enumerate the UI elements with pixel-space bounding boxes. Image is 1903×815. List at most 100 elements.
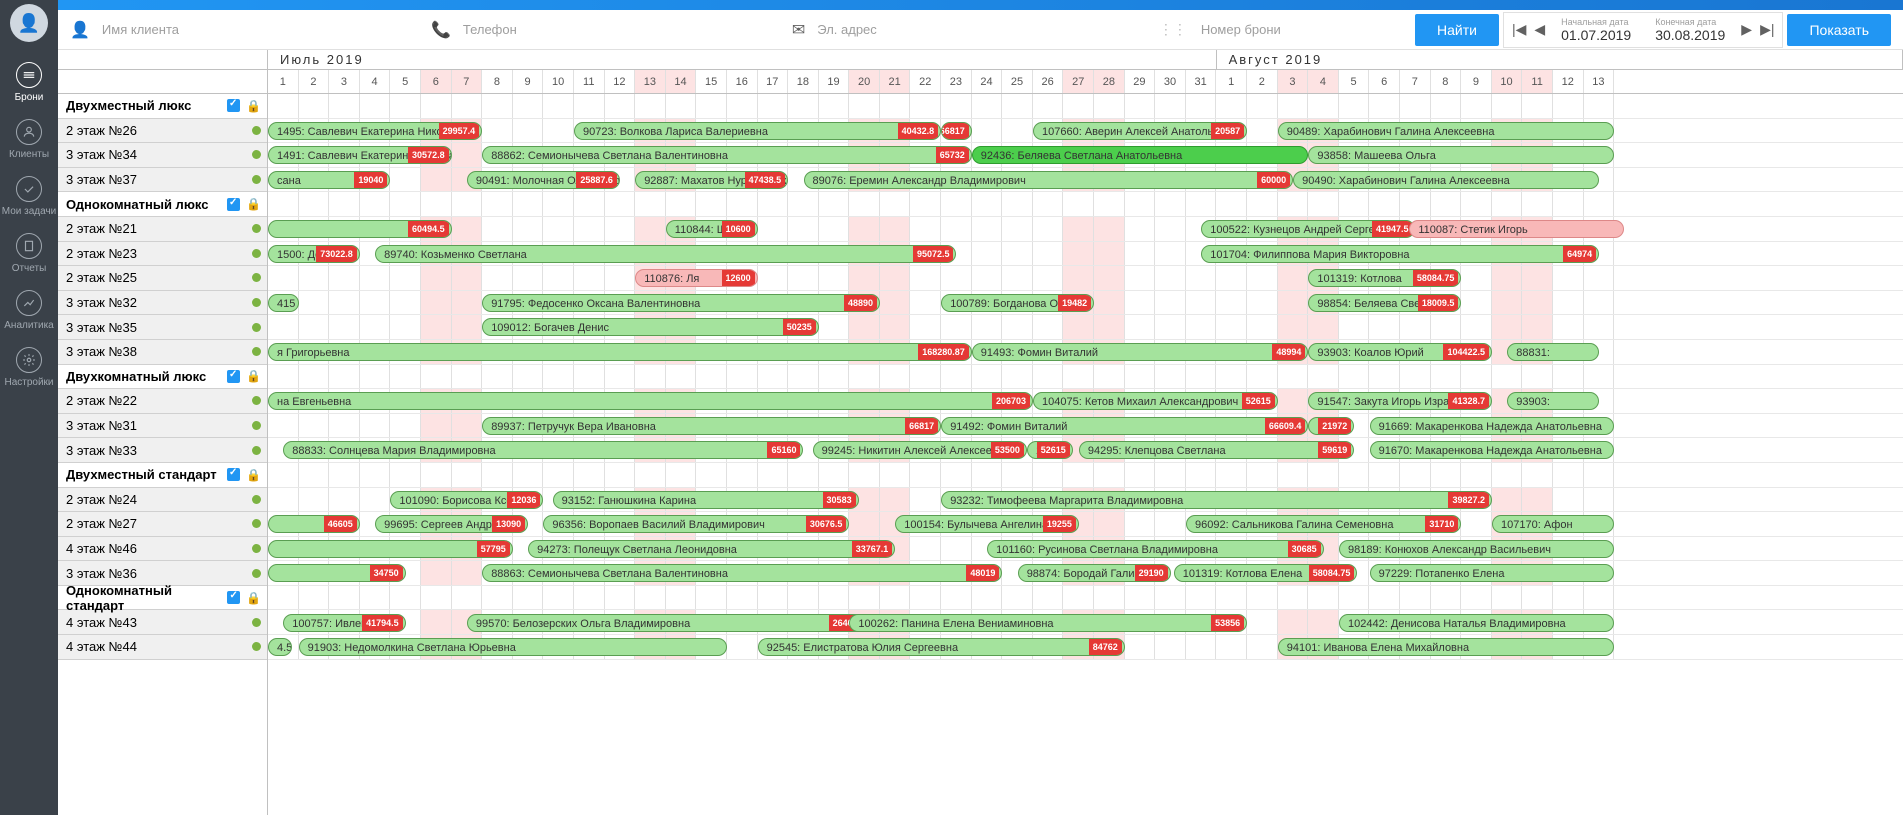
booking-bar[interactable]: 91492: Фомин Виталий66609.4 [941, 417, 1308, 435]
booking-bar[interactable]: 89937: Петручук Вера Ивановна66817 [482, 417, 941, 435]
booking-bar[interactable]: 98874: Бородай Галин29190 [1018, 564, 1171, 582]
room-group-row[interactable]: Однокомнатный стандарт🔒 [58, 586, 267, 611]
booking-bar[interactable]: 100757: Ивлева41794.5 [283, 614, 405, 632]
booking-bar[interactable]: 93152: Ганюшкина Карина30583 [553, 491, 859, 509]
booking-bar[interactable]: 94295: Клепцова Светлана59619 [1079, 441, 1354, 459]
booking-bar[interactable]: 90490: Харабинович Галина Алексеевна [1293, 171, 1599, 189]
booking-bar[interactable]: 100522: Кузнецов Андрей Сергеевич41947.5 [1201, 220, 1415, 238]
booking-bar[interactable]: 96092: Сальникова Галина Семеновна31710 [1186, 515, 1461, 533]
room-row[interactable]: 3 этаж №32 [58, 291, 267, 316]
booking-bar[interactable]: 88831: [1507, 343, 1599, 361]
booking-bar[interactable]: 92545: Елистратова Юлия Сергеевна84762 [758, 638, 1125, 656]
booking-bar[interactable]: 98189: Конюхов Александр Васильевич [1339, 540, 1614, 558]
room-row[interactable]: 2 этаж №27 [58, 512, 267, 537]
booking-bar[interactable]: 93858: Машеева Ольга [1308, 146, 1614, 164]
booking-bar[interactable]: 101319: Котлова Елена58084.75 [1174, 564, 1358, 582]
booking-bar[interactable]: 102442: Денисова Наталья Владимировна [1339, 614, 1614, 632]
room-group-row[interactable]: Однокомнатный люкс🔒 [58, 192, 267, 217]
room-row[interactable]: 2 этаж №24 [58, 488, 267, 513]
booking-bar[interactable]: 93232: Тимофеева Маргарита Владимировна3… [941, 491, 1492, 509]
room-row[interactable]: 3 этаж №31 [58, 414, 267, 439]
booking-bar[interactable]: 89076: Еремин Александр Владимирович6000… [804, 171, 1294, 189]
booking-bar[interactable]: 90491: Молочная Ольга Борисовна25887.6 [467, 171, 620, 189]
booking-bar[interactable]: 100789: Богданова Оксе19482 [941, 294, 1094, 312]
client-name-input[interactable] [98, 18, 427, 41]
booking-bar[interactable]: на Евгеньевна206703 [268, 392, 1033, 410]
avatar[interactable]: 👤 [10, 4, 48, 42]
nav-tasks[interactable]: Мои задачи [0, 168, 58, 225]
group-checkbox[interactable] [227, 468, 240, 481]
booking-bar[interactable]: 415 [268, 294, 299, 312]
booking-bar[interactable]: сана19040 [268, 171, 390, 189]
end-date-value[interactable]: 30.08.2019 [1655, 27, 1725, 43]
room-row[interactable]: 4 этаж №43 [58, 610, 267, 635]
booking-bar[interactable]: 91795: Федосенко Оксана Валентиновна4889… [482, 294, 880, 312]
booking-bar[interactable]: 93903: Коалов Юрий104422.5 [1308, 343, 1492, 361]
booking-bar[interactable]: 1500: Долгицер73022.8 [268, 245, 360, 263]
room-row[interactable]: 2 этаж №26 [58, 119, 267, 144]
booking-bar[interactable]: 110844: Шал10600 [666, 220, 758, 238]
room-row[interactable]: 3 этаж №38 [58, 340, 267, 365]
booking-bar[interactable]: 94101: Иванова Елена Михайловна [1278, 638, 1615, 656]
show-button[interactable]: Показать [1787, 14, 1891, 46]
booking-bar[interactable]: 4.5 [268, 638, 292, 656]
booking-bar[interactable]: 88863: Семионычева Светлана Валентиновна… [482, 564, 1002, 582]
next-icon[interactable]: ▶ [1741, 21, 1752, 38]
booking-bar[interactable]: 1491: Савлевич Екатерина Николаевна30572… [268, 146, 452, 164]
booking-bar[interactable]: 91669: Макаренкова Надежда Анатольевна [1370, 417, 1615, 435]
booking-bar[interactable]: 93903: [1507, 392, 1599, 410]
group-checkbox[interactable] [227, 99, 240, 112]
drag-icon[interactable]: ⋮⋮ [1153, 21, 1193, 38]
booking-bar[interactable]: 99695: Сергеев Андрей13090 [375, 515, 528, 533]
booking-bar[interactable]: 101704: Филиппова Мария Викторовна64974 [1201, 245, 1599, 263]
booking-bar[interactable]: 104052615 [1027, 441, 1073, 459]
booking-number-input[interactable] [1197, 18, 1411, 41]
booking-bar[interactable]: 100721972 [1308, 417, 1354, 435]
booking-bar[interactable]: 91493: Фомин Виталий48994 [972, 343, 1309, 361]
room-row[interactable]: 3 этаж №34 [58, 143, 267, 168]
booking-bar[interactable]: 104075: Кетов Михаил Александрович52615 [1033, 392, 1278, 410]
booking-bar[interactable]: 100262: Панина Елена Вениаминовна53856 [849, 614, 1247, 632]
booking-bar[interactable]: 107660: Аверин Алексей Анатольевич20587 [1033, 122, 1247, 140]
booking-bar[interactable]: 110087: Стетик Игорь [1409, 220, 1623, 238]
room-row[interactable]: 2 этаж №25 [58, 266, 267, 291]
find-button[interactable]: Найти [1415, 14, 1499, 46]
booking-bar[interactable]: 91670: Макаренкова Надежда Анатольевна [1370, 441, 1615, 459]
booking-bar[interactable]: 100154: Булычева Ангелина19255 [895, 515, 1079, 533]
booking-bar[interactable]: 89366817 [941, 122, 972, 140]
room-group-row[interactable]: Двухместный стандарт🔒 [58, 463, 267, 488]
booking-bar[interactable]: 46605 [268, 515, 360, 533]
room-row[interactable]: 2 этаж №22 [58, 389, 267, 414]
booking-bar[interactable]: 89740: Козьменко Светлана95072.5 [375, 245, 956, 263]
booking-bar[interactable]: я Григорьевна168280.87 [268, 343, 972, 361]
booking-bar[interactable]: 92436: Беляева Светлана Анатольевна [972, 146, 1309, 164]
booking-bar[interactable]: 88862: Семионычева Светлана Валентиновна… [482, 146, 972, 164]
room-group-row[interactable]: Двухместный люкс🔒 [58, 94, 267, 119]
room-row[interactable]: 4 этаж №46 [58, 537, 267, 562]
booking-bar[interactable]: 96356: Воропаев Василий Владимирович3067… [543, 515, 849, 533]
lock-icon[interactable]: 🔒 [246, 369, 261, 383]
lock-icon[interactable]: 🔒 [246, 99, 261, 113]
room-row[interactable]: 3 этаж №33 [58, 438, 267, 463]
lock-icon[interactable]: 🔒 [246, 468, 261, 482]
booking-bar[interactable]: 110876: Ля12600 [635, 269, 757, 287]
nav-analytics[interactable]: Аналитика [0, 282, 58, 339]
last-page-icon[interactable]: ▶| [1760, 21, 1774, 38]
lock-icon[interactable]: 🔒 [246, 197, 261, 211]
phone-input[interactable] [459, 18, 788, 41]
booking-bar[interactable]: 34750 [268, 564, 406, 582]
booking-bar[interactable]: 91903: Недомолкина Светлана Юрьевна [299, 638, 727, 656]
nav-clients[interactable]: Клиенты [0, 111, 58, 168]
prev-icon[interactable]: ◀ [1534, 21, 1545, 38]
booking-bar[interactable]: 101319: Котлова58084.75 [1308, 269, 1461, 287]
start-date-value[interactable]: 01.07.2019 [1561, 27, 1631, 43]
booking-bar[interactable]: 94273: Полещук Светлана Леонидовна33767.… [528, 540, 895, 558]
room-row[interactable]: 3 этаж №35 [58, 315, 267, 340]
booking-bar[interactable]: 1495: Савлевич Екатерина Николаевна29957… [268, 122, 482, 140]
booking-bar[interactable]: 99245: Никитин Алексей Алексеевич53500 [813, 441, 1027, 459]
booking-bar[interactable]: 109012: Богачев Денис50235 [482, 318, 819, 336]
nav-bookings[interactable]: Брони [0, 54, 58, 111]
booking-bar[interactable]: 60494.5 [268, 220, 452, 238]
booking-bar[interactable]: 90489: Харабинович Галина Алексеевна [1278, 122, 1615, 140]
booking-bar[interactable]: 92887: Махатов Нурлан Бакиевич47438.5 [635, 171, 788, 189]
